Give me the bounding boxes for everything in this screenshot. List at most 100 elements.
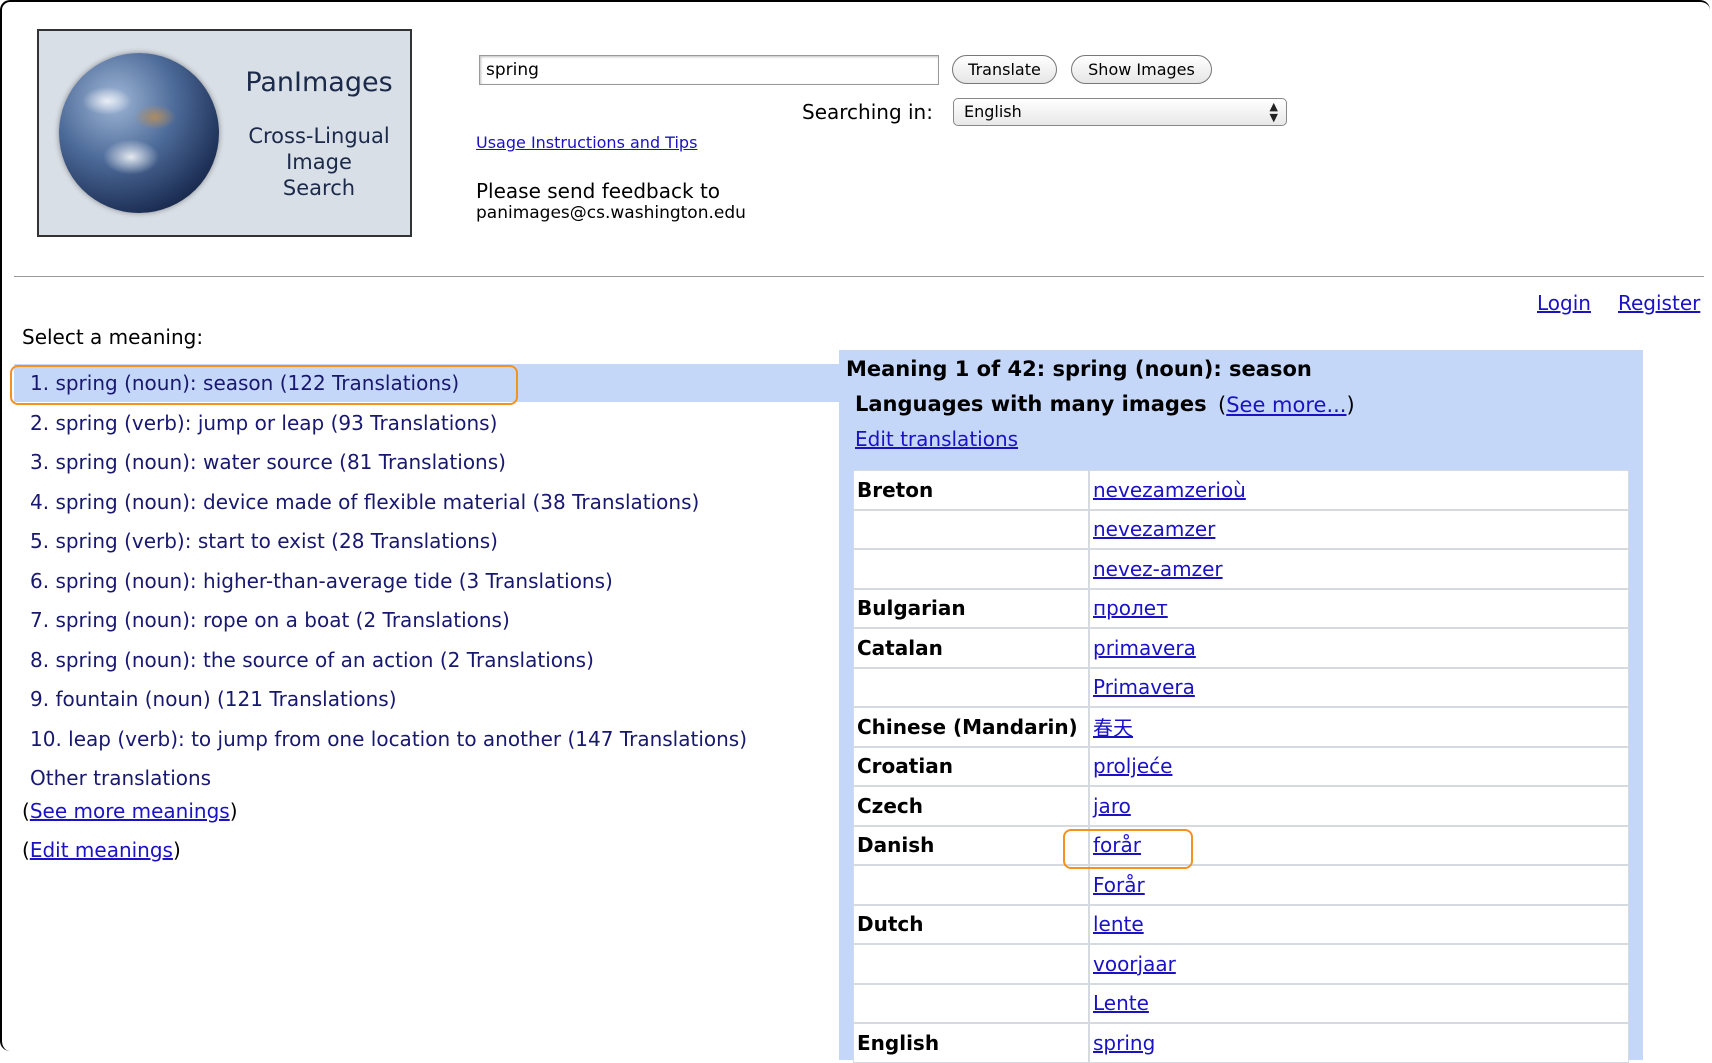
- danish-translation-outline: [1063, 829, 1193, 869]
- language-cell: Danish: [853, 825, 1089, 865]
- logo-subtitle-line: Search: [282, 176, 356, 200]
- show-images-button[interactable]: Show Images: [1071, 55, 1212, 84]
- language-cell: Catalan: [853, 628, 1089, 668]
- meaning-item[interactable]: 9. fountain (noun) (121 Translations): [30, 680, 747, 720]
- translation-cell: proljeće: [1089, 746, 1629, 786]
- languages-many-images-heading: Languages with many images: [855, 392, 1207, 416]
- select-arrows-icon: ▲ ▼: [1269, 100, 1278, 124]
- language-cell: [853, 944, 1089, 984]
- usage-instructions-link[interactable]: Usage Instructions and Tips: [476, 133, 697, 152]
- language-cell: Dutch: [853, 904, 1089, 944]
- meaning-item[interactable]: 3. spring (noun): water source (81 Trans…: [30, 443, 747, 483]
- translations-table: Breton nevezamzerioù nevezamzer nevez-amz…: [853, 470, 1629, 1063]
- language-cell: [853, 549, 1089, 589]
- translation-cell: spring: [1089, 1023, 1629, 1063]
- translation-cell: nevezamzerioù: [1089, 470, 1629, 510]
- translation-link[interactable]: 春天: [1093, 716, 1133, 740]
- language-cell: English: [853, 1023, 1089, 1063]
- meaning-item[interactable]: 7. spring (noun): rope on a boat (2 Tran…: [30, 601, 747, 641]
- table-row: nevez-amzer: [853, 549, 1629, 589]
- language-cell: [853, 509, 1089, 549]
- meanings-list: 1. spring (noun): season (122 Translatio…: [30, 364, 747, 759]
- login-link[interactable]: Login: [1537, 291, 1591, 315]
- meaning-item[interactable]: 6. spring (noun): higher-than-average ti…: [30, 562, 747, 602]
- see-more-meanings: (See more meanings): [22, 799, 238, 823]
- globe-icon: [59, 53, 219, 213]
- table-row: Chinese (Mandarin) 春天: [853, 707, 1629, 747]
- translation-link[interactable]: proljeće: [1093, 754, 1172, 778]
- table-row: Primavera: [853, 667, 1629, 707]
- translation-cell: jaro: [1089, 786, 1629, 826]
- table-row: Czech jaro: [853, 786, 1629, 826]
- table-row: nevezamzer: [853, 509, 1629, 549]
- language-cell: Chinese (Mandarin): [853, 707, 1089, 747]
- table-row: Catalan primavera: [853, 628, 1629, 668]
- translation-link[interactable]: Lente: [1093, 991, 1149, 1015]
- table-row: Breton nevezamzerioù: [853, 470, 1629, 510]
- translate-button[interactable]: Translate: [952, 55, 1057, 84]
- translation-link[interactable]: Forår: [1093, 873, 1145, 897]
- translation-cell: Forår: [1089, 865, 1629, 905]
- edit-translations-link[interactable]: Edit translations: [855, 427, 1018, 451]
- translation-cell: nevezamzer: [1089, 509, 1629, 549]
- translation-cell: primavera: [1089, 628, 1629, 668]
- meaning-item[interactable]: 5. spring (verb): start to exist (28 Tra…: [30, 522, 747, 562]
- logo-title: PanImages: [245, 67, 393, 98]
- feedback-text: Please send feedback to: [476, 179, 721, 203]
- language-select-value: English: [964, 102, 1022, 121]
- translation-link[interactable]: voorjaar: [1093, 952, 1176, 976]
- feedback-email: panimages@cs.washington.edu: [476, 203, 746, 223]
- translation-link[interactable]: lente: [1093, 912, 1144, 936]
- translation-link[interactable]: nevezamzer: [1093, 517, 1215, 541]
- language-cell: Croatian: [853, 746, 1089, 786]
- logo-subtitle-line: Image: [286, 150, 352, 174]
- translation-cell: voorjaar: [1089, 944, 1629, 984]
- meaning-item[interactable]: 2. spring (verb): jump or leap (93 Trans…: [30, 404, 747, 444]
- translation-cell: nevez-amzer: [1089, 549, 1629, 589]
- see-more-languages-link[interactable]: See more...: [1226, 393, 1346, 417]
- translation-link[interactable]: primavera: [1093, 636, 1196, 660]
- meaning-selection-outline: [10, 365, 518, 405]
- translation-cell: пролет: [1089, 588, 1629, 628]
- see-more-meanings-link[interactable]: See more meanings: [30, 799, 230, 823]
- see-more-languages: (See more...): [1218, 393, 1355, 417]
- search-input[interactable]: [479, 55, 939, 85]
- language-cell: Breton: [853, 470, 1089, 510]
- translation-link[interactable]: nevez-amzer: [1093, 557, 1223, 581]
- logo-box: PanImages Cross-Lingual Image Search: [37, 29, 412, 237]
- language-cell: [853, 667, 1089, 707]
- edit-meanings-link[interactable]: Edit meanings: [30, 838, 173, 862]
- table-row: Bulgarian пролет: [853, 588, 1629, 628]
- translation-link[interactable]: пролет: [1093, 596, 1168, 620]
- edit-meanings: (Edit meanings): [22, 838, 181, 862]
- language-cell: [853, 983, 1089, 1023]
- translation-link[interactable]: spring: [1093, 1031, 1155, 1055]
- header-divider: [14, 276, 1704, 277]
- language-cell: Bulgarian: [853, 588, 1089, 628]
- table-row: Croatian proljeće: [853, 746, 1629, 786]
- logo-subtitle: Cross-Lingual Image Search: [234, 123, 404, 201]
- table-row: voorjaar: [853, 944, 1629, 984]
- other-translations-item[interactable]: Other translations: [30, 766, 211, 790]
- translation-link[interactable]: jaro: [1093, 794, 1131, 818]
- language-select[interactable]: English ▲ ▼: [953, 98, 1287, 126]
- meaning-item[interactable]: 8. spring (noun): the source of an actio…: [30, 641, 747, 681]
- translation-link[interactable]: nevezamzerioù: [1093, 478, 1246, 502]
- select-meaning-label: Select a meaning:: [22, 325, 204, 349]
- table-row: Danish forår: [853, 825, 1629, 865]
- table-row: English spring: [853, 1023, 1629, 1063]
- panel-title: Meaning 1 of 42: spring (noun): season: [846, 357, 1312, 381]
- searching-in-label: Searching in:: [802, 100, 933, 124]
- translation-cell: Primavera: [1089, 667, 1629, 707]
- language-cell: [853, 865, 1089, 905]
- table-row: Lente: [853, 983, 1629, 1023]
- translation-cell: lente: [1089, 904, 1629, 944]
- translation-cell: Lente: [1089, 983, 1629, 1023]
- meaning-item[interactable]: 4. spring (noun): device made of flexibl…: [30, 483, 747, 523]
- translation-link[interactable]: Primavera: [1093, 675, 1195, 699]
- meaning-item[interactable]: 10. leap (verb): to jump from one locati…: [30, 720, 747, 760]
- translation-cell: 春天: [1089, 707, 1629, 747]
- table-row: Forår: [853, 865, 1629, 905]
- table-row: Dutch lente: [853, 904, 1629, 944]
- register-link[interactable]: Register: [1618, 291, 1700, 315]
